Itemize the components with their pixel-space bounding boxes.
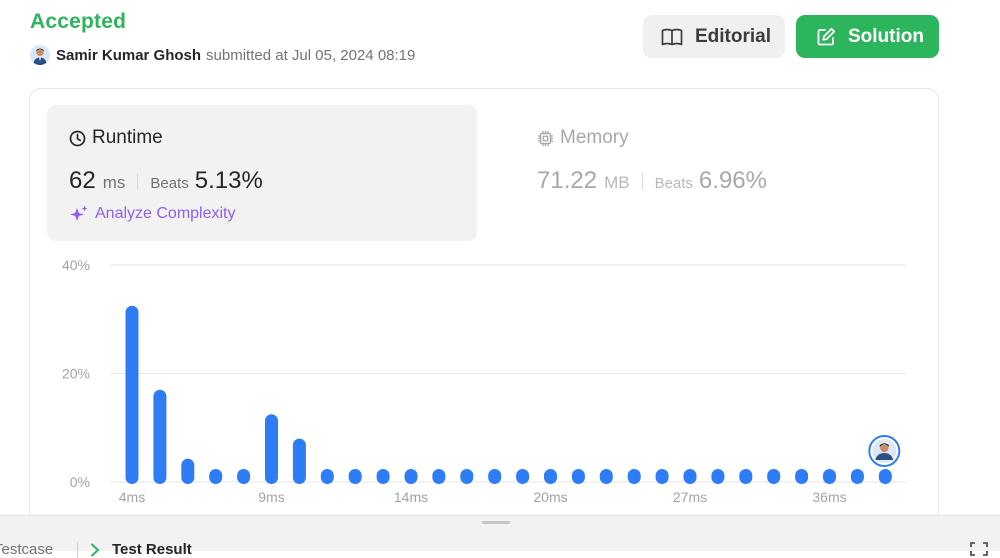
y-tick-label: 0%: [70, 474, 90, 490]
chart-bar[interactable]: [292, 438, 306, 484]
y-tick-label: 40%: [62, 257, 90, 273]
chart-bar[interactable]: [265, 414, 278, 484]
terminal-chevron-icon: [91, 543, 99, 556]
resize-handle[interactable]: [482, 521, 510, 524]
bottom-panel-bar: Testcase Test Result: [0, 515, 1000, 558]
y-tick-label: 20%: [62, 366, 90, 382]
x-tick-label: 20ms: [533, 489, 567, 505]
chart-bar[interactable]: [432, 469, 446, 484]
chart-bar[interactable]: [181, 458, 195, 484]
tab-testcase[interactable]: Testcase: [0, 541, 53, 558]
x-tick-label: 27ms: [673, 489, 707, 505]
chart-bar[interactable]: [599, 469, 613, 484]
x-tick-label: 4ms: [119, 489, 145, 505]
chart-bar[interactable]: [460, 469, 474, 484]
chart-bar[interactable]: [544, 469, 557, 484]
chart-bar[interactable]: [795, 469, 809, 484]
chart-bar[interactable]: [571, 469, 585, 484]
chart-bar[interactable]: [209, 469, 223, 484]
chart-bar[interactable]: [516, 469, 530, 484]
chart-bar[interactable]: [683, 469, 697, 484]
chart-bar[interactable]: [320, 469, 334, 484]
chart-bar[interactable]: [878, 469, 892, 484]
chart-bar[interactable]: [488, 469, 502, 484]
chart-bar[interactable]: [823, 469, 836, 484]
tab-divider: [77, 542, 78, 558]
chart-bar[interactable]: [627, 469, 641, 484]
expand-icon[interactable]: [970, 542, 988, 556]
chart-bar[interactable]: [655, 469, 669, 484]
x-tick-label: 9ms: [258, 489, 284, 505]
x-tick-label: 14ms: [394, 489, 428, 505]
chart-bar[interactable]: [376, 469, 390, 484]
tab-test-result[interactable]: Test Result: [90, 541, 192, 558]
chart-bar[interactable]: [237, 468, 251, 484]
x-tick-label: 36ms: [812, 489, 846, 505]
chart-bar[interactable]: [348, 469, 362, 484]
chart-bar[interactable]: [739, 469, 753, 484]
chart-bar[interactable]: [711, 469, 725, 484]
chart-bar[interactable]: [850, 469, 864, 484]
runtime-distribution-chart[interactable]: 0% 20% 40% 4ms 9ms 14ms 20ms 27ms 36ms: [0, 0, 1000, 515]
chart-bar[interactable]: [404, 469, 418, 484]
chart-bar[interactable]: [153, 389, 167, 484]
chart-bar[interactable]: [767, 469, 781, 484]
chart-bar[interactable]: [125, 305, 139, 484]
test-result-label: Test Result: [112, 541, 192, 558]
